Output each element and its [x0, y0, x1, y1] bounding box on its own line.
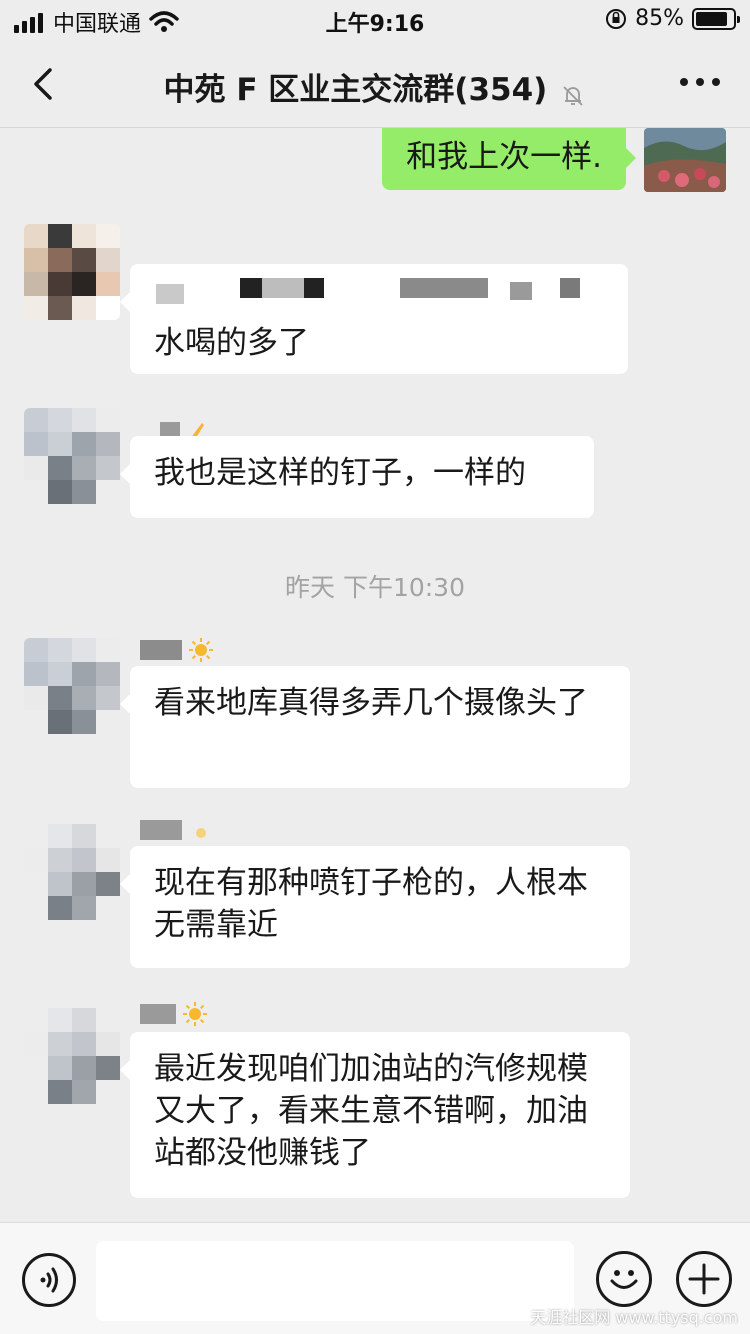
sun-emoji-icon: [196, 828, 206, 838]
avatar-self[interactable]: [644, 128, 726, 192]
avatar[interactable]: [24, 408, 120, 504]
message-list[interactable]: 和我上次一样. 水喝的多了 我也是这样的钉子，一样的 昨天 下午10:30 看来…: [0, 128, 750, 1222]
landscape-avatar-image: [644, 128, 726, 192]
redacted-text-line: [156, 278, 596, 304]
voice-icon: [40, 1267, 58, 1293]
voice-input-button[interactable]: [22, 1253, 76, 1307]
redacted-name: [140, 640, 182, 660]
sender-name: [140, 818, 214, 842]
dot-icon: [696, 78, 704, 86]
sender-name: [140, 1002, 208, 1026]
input-bar: 天涯社区网 www.ttysq.com: [0, 1222, 750, 1334]
avatar[interactable]: [24, 224, 120, 320]
message-bubble[interactable]: 最近发现咱们加油站的汽修规模又大了，看来生意不错啊，加油站都没他赚钱了: [120, 1032, 630, 1198]
mute-bell-icon: [563, 85, 584, 106]
back-icon[interactable]: [22, 62, 66, 106]
battery-percent: 85%: [635, 6, 684, 31]
more-options-button[interactable]: [680, 78, 720, 86]
redacted-name: [140, 1004, 176, 1024]
message-bubble[interactable]: 水喝的多了: [120, 264, 628, 374]
sun-emoji-icon: [183, 1002, 207, 1026]
message-row: 看来地库真得多弄几个摄像头了: [0, 638, 750, 788]
message-row: 水喝的多了: [0, 224, 750, 384]
more-functions-button[interactable]: [676, 1251, 732, 1307]
orientation-lock-icon: [606, 8, 627, 29]
dot-icon: [712, 78, 720, 86]
message-bubble[interactable]: 现在有那种喷钉子枪的，人根本无需靠近: [120, 846, 630, 968]
watermark: 天涯社区网 www.ttysq.com: [530, 1308, 738, 1327]
avatar[interactable]: [24, 1008, 120, 1104]
avatar[interactable]: [24, 824, 120, 920]
message-text: 和我上次一样.: [406, 139, 602, 175]
status-bar: 中国联通 上午9:16 85%: [0, 0, 750, 40]
chat-title: 中苑 F 区业主交流群(354): [163, 72, 548, 108]
message-bubble[interactable]: 和我上次一样.: [382, 128, 636, 190]
message-bubble[interactable]: 看来地库真得多弄几个摄像头了: [120, 666, 630, 788]
battery-level-fill: [696, 11, 727, 26]
message-bubble[interactable]: 我也是这样的钉子，一样的: [120, 436, 594, 518]
message-text: 水喝的多了: [154, 325, 309, 361]
message-row: 我也是这样的钉子，一样的: [0, 408, 750, 518]
message-row: 现在有那种喷钉子枪的，人根本无需靠近: [0, 818, 750, 978]
message-text: 我也是这样的钉子，一样的: [154, 455, 526, 491]
sender-name: [140, 638, 214, 662]
message-row-self: 和我上次一样.: [0, 128, 750, 196]
battery-icon: [692, 7, 740, 30]
message-text: 看来地库真得多弄几个摄像头了: [154, 685, 588, 721]
emoji-button[interactable]: [596, 1251, 652, 1307]
message-text: 最近发现咱们加油站的汽修规模又大了，看来生意不错啊，加油站都没他赚钱了: [154, 1051, 588, 1171]
sun-emoji-icon: [189, 638, 213, 662]
smiley-icon: [610, 1270, 638, 1289]
dot-icon: [680, 78, 688, 86]
plus-icon: [688, 1263, 720, 1295]
chat-header: 中苑 F 区业主交流群(354): [0, 40, 750, 128]
redacted-name: [140, 820, 182, 840]
message-input[interactable]: [96, 1241, 574, 1321]
avatar[interactable]: [24, 638, 120, 734]
message-text: 现在有那种喷钉子枪的，人根本无需靠近: [154, 865, 588, 943]
message-row: 最近发现咱们加油站的汽修规模又大了，看来生意不错啊，加油站都没他赚钱了: [0, 1002, 750, 1202]
time-separator: 昨天 下午10:30: [285, 573, 465, 602]
